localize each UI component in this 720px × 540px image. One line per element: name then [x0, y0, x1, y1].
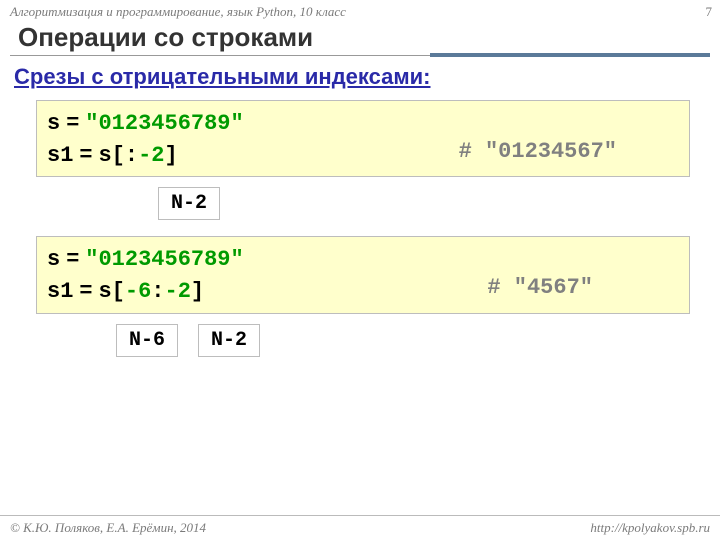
code-string: "0123456789"	[85, 111, 243, 136]
section-subtitle: Срезы с отрицательными индексами:	[0, 62, 720, 96]
code-text: ]	[165, 143, 178, 168]
footer-url: http://kpolyakov.spb.ru	[590, 520, 710, 536]
footer-copyright: © К.Ю. Поляков, Е.А. Ерёмин, 2014	[10, 520, 206, 536]
code-block-2: s = "0123456789" s1 = s[-6:-2] # "4567"	[36, 236, 690, 313]
code-text: s1	[47, 279, 73, 304]
code-text: =	[60, 109, 85, 134]
label-row-1: N-2	[150, 183, 720, 232]
code-block-1: s = "0123456789" s1 = s[:-2] # "01234567…	[36, 100, 690, 177]
code-text: =	[73, 141, 98, 166]
code-number: -2	[138, 143, 164, 168]
code-text: =	[73, 277, 98, 302]
code-text: s[:	[98, 143, 138, 168]
code-text: :	[151, 279, 164, 304]
index-label: N-2	[198, 324, 260, 357]
code-text: s	[47, 247, 60, 272]
index-label: N-2	[158, 187, 220, 220]
header-subtitle: Алгоритмизация и программирование, язык …	[0, 0, 720, 22]
index-label: N-6	[116, 324, 178, 357]
code-text: s[	[98, 279, 124, 304]
footer: © К.Ю. Поляков, Е.А. Ерёмин, 2014 http:/…	[0, 515, 720, 540]
code-number: -2	[165, 279, 191, 304]
code-string: "0123456789"	[85, 247, 243, 272]
code-comment: # "01234567"	[459, 137, 617, 167]
code-text: ]	[191, 279, 204, 304]
title-rule	[10, 55, 710, 56]
label-row-2: N-6 N-2	[108, 320, 720, 369]
page-number: 7	[706, 4, 713, 20]
code-text: =	[60, 245, 85, 270]
page-title: Операции со строками	[0, 22, 720, 55]
code-text: s	[47, 111, 60, 136]
code-text: s1	[47, 143, 73, 168]
code-comment: # "4567"	[487, 273, 593, 303]
code-number: -6	[125, 279, 151, 304]
